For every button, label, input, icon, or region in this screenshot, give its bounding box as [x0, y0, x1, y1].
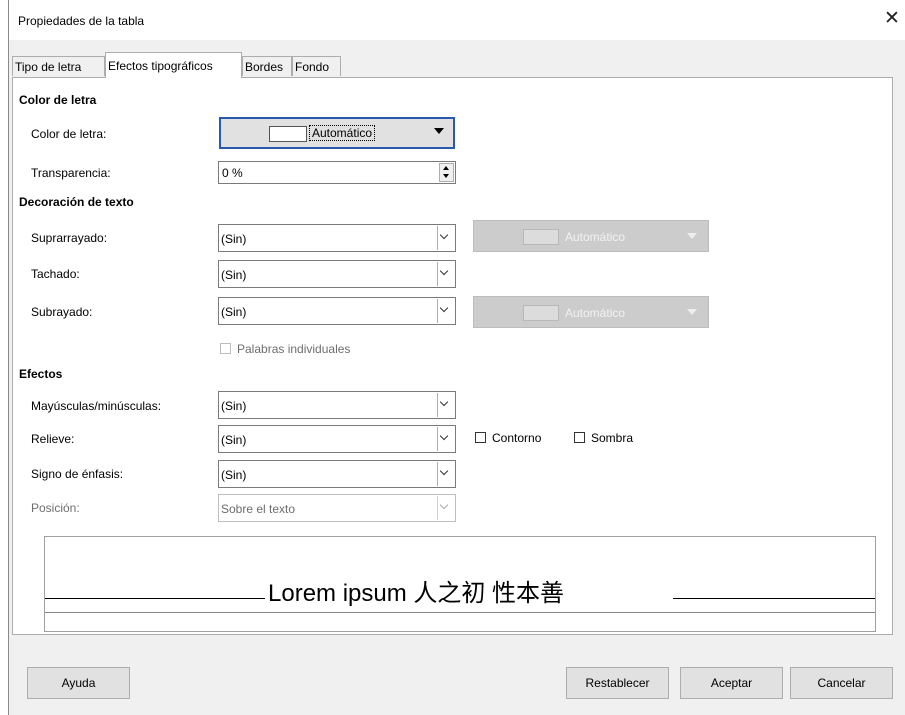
font-color-button[interactable]: Automático: [219, 117, 455, 149]
position-label: Posición:: [31, 501, 80, 515]
underline-select[interactable]: (Sin): [218, 297, 456, 325]
shadow-label: Sombra: [591, 431, 634, 445]
baseline-left: [45, 598, 265, 599]
strikethrough-label: Tachado:: [31, 267, 80, 281]
individual-words-checkbox: [220, 343, 231, 354]
strikethrough-select[interactable]: (Sin): [218, 260, 456, 288]
font-color-label: Color de letra:: [31, 127, 107, 141]
ok-button[interactable]: Aceptar: [680, 667, 783, 699]
spin-up-icon[interactable]: [443, 166, 449, 170]
font-color-value: Automático: [308, 125, 376, 141]
color-swatch: [523, 305, 559, 321]
section-header-font-color: Color de letra: [19, 93, 97, 107]
overline-dropdown-button[interactable]: [437, 226, 454, 250]
position-value: Sobre el texto: [221, 502, 296, 516]
emphasis-select[interactable]: (Sin): [218, 460, 456, 488]
case-label: Mayúsculas/minúsculas:: [31, 399, 162, 413]
cancel-button[interactable]: Cancelar: [790, 667, 893, 699]
window-title: Propiedades de la tabla: [18, 14, 145, 28]
dropdown-arrow-icon: [434, 128, 444, 134]
preview-text: Lorem ipsum 人之初 性本善: [268, 580, 565, 607]
tab-bordes[interactable]: Bordes: [242, 56, 292, 76]
chevron-down-icon: [439, 397, 449, 407]
chevron-down-icon: [439, 303, 449, 313]
chevron-down-icon: [439, 266, 449, 276]
reset-button[interactable]: Restablecer: [566, 667, 669, 699]
color-swatch: [523, 229, 559, 245]
position-select: Sobre el texto: [218, 494, 456, 522]
emphasis-dropdown-button[interactable]: [437, 462, 454, 486]
dropdown-arrow-icon: [687, 309, 697, 315]
case-value: (Sin): [221, 399, 247, 413]
emphasis-value: (Sin): [221, 468, 247, 482]
outline-label: Contorno: [492, 431, 542, 445]
help-button[interactable]: Ayuda: [27, 667, 130, 699]
transparency-label: Transparencia:: [31, 166, 111, 180]
color-swatch: [269, 126, 307, 142]
dropdown-arrow-icon: [687, 233, 697, 239]
tab-fondo[interactable]: Fondo: [292, 56, 341, 76]
chevron-down-icon: [439, 466, 449, 476]
chevron-down-icon: [439, 500, 449, 510]
case-dropdown-button[interactable]: [437, 393, 454, 417]
emphasis-label: Signo de énfasis:: [31, 467, 124, 481]
section-header-text-decoration: Decoración de texto: [19, 195, 134, 209]
preview-divider: [45, 612, 875, 613]
underline-color-value: Automático: [565, 306, 626, 320]
overline-label: Suprarrayado:: [31, 231, 108, 245]
individual-words-label: Palabras individuales: [237, 342, 351, 356]
strikethrough-value: (Sin): [221, 268, 247, 282]
overline-color-value: Automático: [565, 230, 626, 244]
relief-select[interactable]: (Sin): [218, 425, 456, 453]
transparency-spinbox[interactable]: 0 %: [218, 161, 456, 184]
close-icon[interactable]: ✕: [884, 9, 900, 28]
section-header-effects: Efectos: [19, 367, 63, 381]
shadow-checkbox[interactable]: [574, 432, 585, 443]
overline-value: (Sin): [221, 232, 247, 246]
tab-tipo-de-letra[interactable]: Tipo de letra: [12, 56, 105, 76]
spin-down-icon[interactable]: [443, 174, 449, 178]
overline-color-button: Automático: [473, 220, 709, 252]
underline-color-button: Automático: [473, 296, 709, 328]
tab-efectos-tipograficos[interactable]: Efectos tipográficos: [105, 52, 242, 78]
transparency-value: 0 %: [222, 166, 243, 180]
spin-buttons[interactable]: [439, 163, 454, 182]
position-dropdown-button: [437, 496, 454, 520]
chevron-down-icon: [439, 230, 449, 240]
preview-box: Lorem ipsum 人之初 性本善: [44, 536, 876, 632]
chevron-down-icon: [439, 431, 449, 441]
overline-select[interactable]: (Sin): [218, 224, 456, 252]
underline-dropdown-button[interactable]: [437, 299, 454, 323]
relief-label: Relieve:: [31, 432, 75, 446]
baseline-right: [673, 598, 875, 599]
case-select[interactable]: (Sin): [218, 391, 456, 419]
outline-checkbox[interactable]: [475, 432, 486, 443]
strikethrough-dropdown-button[interactable]: [437, 262, 454, 286]
underline-label: Subrayado:: [31, 305, 93, 319]
underline-value: (Sin): [221, 305, 247, 319]
relief-value: (Sin): [221, 433, 247, 447]
relief-dropdown-button[interactable]: [437, 427, 454, 451]
window-left-edge: [0, 0, 9, 715]
